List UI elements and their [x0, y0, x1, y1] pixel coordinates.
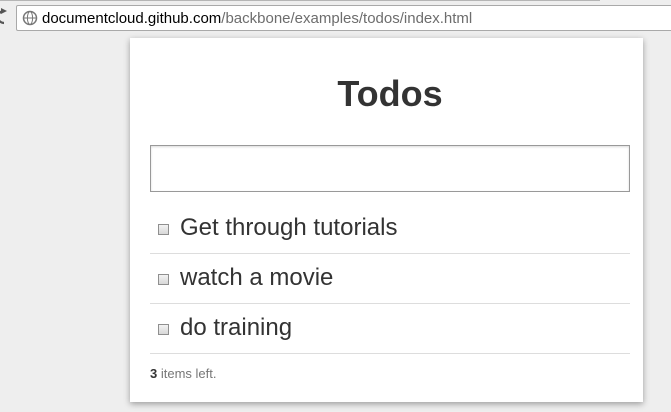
url-path: /backbone/examples/todos/index.html: [221, 10, 473, 27]
todo-checkbox[interactable]: [158, 224, 169, 235]
page-title: Todos: [337, 73, 443, 114]
todo-item: do training: [150, 304, 630, 354]
remaining-label: items left.: [160, 366, 217, 381]
todo-label[interactable]: do training: [180, 313, 292, 343]
todo-checkbox[interactable]: [158, 274, 169, 285]
globe-icon: [22, 10, 38, 26]
browser-toolbar: documentcloud.github.com/backbone/exampl…: [0, 0, 671, 38]
todo-label[interactable]: Get through tutorials: [180, 213, 397, 243]
address-url[interactable]: documentcloud.github.com/backbone/exampl…: [42, 10, 472, 27]
new-todo-input[interactable]: [150, 145, 630, 192]
toolbar-divider: [0, 0, 600, 1]
address-bar[interactable]: documentcloud.github.com/backbone/exampl…: [16, 5, 671, 31]
todo-app: Todos Get through tutorials watch a movi…: [130, 38, 643, 402]
todo-stats: 3 items left.: [150, 366, 216, 381]
todo-label[interactable]: watch a movie: [180, 263, 333, 293]
remaining-count: 3: [150, 366, 158, 381]
url-host: documentcloud.github.com: [42, 10, 222, 27]
todo-item: Get through tutorials: [150, 204, 630, 254]
todo-item: watch a movie: [150, 254, 630, 304]
todo-checkbox[interactable]: [158, 324, 169, 335]
todo-list: Get through tutorials watch a movie do t…: [150, 204, 630, 354]
reload-icon[interactable]: [0, 8, 8, 26]
